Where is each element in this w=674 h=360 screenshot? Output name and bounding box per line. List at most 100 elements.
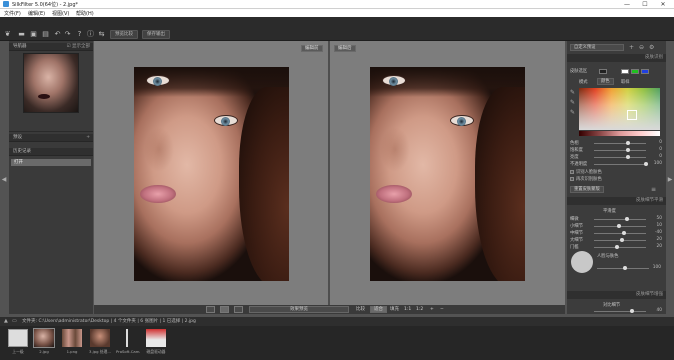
panel-divider: [9, 131, 93, 132]
film-item-parent[interactable]: 上一级: [8, 329, 28, 354]
single-view-button[interactable]: [206, 306, 215, 313]
after-image[interactable]: [370, 67, 525, 281]
undo-icon[interactable]: ↶: [54, 31, 61, 38]
slider-medium-detail[interactable]: 中细节 -40: [570, 230, 662, 236]
left-panel: 导航器 ☑ 显示全部 预设 + 历史记录 打开: [9, 41, 93, 314]
ratio-1-1[interactable]: 1:1: [404, 306, 411, 313]
film-item[interactable]: 3.jpg 处理...: [89, 329, 111, 354]
film-item[interactable]: 磁盘驱动器: [146, 329, 166, 354]
slider-threshold[interactable]: 门槛 20: [570, 244, 662, 250]
show-all-toggle[interactable]: ☑ 显示全部: [67, 43, 90, 51]
window-title: SilkFilter 5.0(64位) - 2.jpg*: [12, 2, 79, 8]
open-folder-icon[interactable]: ▬: [18, 31, 25, 38]
slider-brightness[interactable]: 亮度 0: [570, 154, 662, 160]
navigator-header[interactable]: 导航器 ☑ 显示全部: [9, 43, 93, 51]
skin-smooth-header[interactable]: 皮肤细节平滑: [567, 197, 666, 205]
menu-help[interactable]: 帮助(H): [76, 10, 94, 17]
swatch-white[interactable]: [621, 69, 629, 74]
slider-contrast[interactable]: 40: [570, 308, 662, 314]
split-divider[interactable]: [328, 41, 330, 305]
skin-tone-preview[interactable]: [571, 251, 593, 273]
effect-preview-button[interactable]: 效果预览: [249, 306, 349, 313]
settings-icon[interactable]: ⚙: [649, 44, 654, 51]
redetect-checkbox[interactable]: [570, 177, 574, 181]
slider-portrait[interactable]: 100: [597, 265, 661, 271]
navigator-thumbnail[interactable]: [23, 53, 79, 113]
zoom-out-icon[interactable]: −: [440, 306, 444, 313]
film-item-selected[interactable]: 2.jpg: [33, 328, 55, 354]
thumbnail: [33, 328, 55, 348]
lips: [140, 185, 176, 203]
ratio-1-2[interactable]: 1:2: [416, 306, 423, 313]
skin-contrast-header[interactable]: 皮肤细节增强: [567, 291, 666, 299]
folder-path-bar: ▲ ▭ 文件夹: C:\Users\administrator\Desktop …: [0, 317, 674, 326]
mode-select[interactable]: 颜色: [597, 78, 614, 85]
help-icon[interactable]: ?: [76, 31, 83, 38]
minimize-button[interactable]: —: [620, 0, 634, 9]
info-icon[interactable]: ⓘ: [87, 31, 94, 38]
app-icon: [3, 1, 9, 7]
arrow-up-icon[interactable]: ▲: [4, 318, 8, 324]
collapse-right-arrow[interactable]: ▶: [667, 176, 673, 184]
left-eye: [382, 75, 406, 86]
save-icon[interactable]: ▣: [30, 31, 37, 38]
image-viewer: 编辑前 编辑后: [94, 41, 565, 305]
presets-header[interactable]: 预设 +: [9, 134, 93, 142]
left-eye: [146, 75, 170, 86]
skin-section-title: 皮肤识别: [645, 55, 663, 60]
share-icon[interactable]: ⇆: [98, 31, 105, 38]
export-button[interactable]: 保存输出: [142, 30, 170, 39]
slider-small-detail[interactable]: 小细节 10: [570, 223, 662, 229]
add-preset-icon[interactable]: +: [86, 134, 90, 142]
thumbnail-lips: [38, 94, 50, 99]
skin-select-label: 皮肤选区: [570, 69, 588, 74]
history-item[interactable]: 打开: [11, 159, 91, 166]
maximize-button[interactable]: ☐: [638, 0, 652, 9]
preview-compare-button[interactable]: 预览比较: [110, 30, 138, 39]
zoom-in-icon[interactable]: +: [430, 306, 434, 313]
save-as-icon[interactable]: ▤: [42, 31, 49, 38]
add-icon[interactable]: +: [629, 44, 634, 51]
history-header[interactable]: 历史记录: [9, 148, 93, 156]
face-detect-checkbox[interactable]: [570, 170, 574, 174]
hue-strip[interactable]: [579, 131, 660, 136]
navigator-title: 导航器: [13, 44, 27, 49]
folder-path-text: 文件夹: C:\Users\administrator\Desktop | 4 …: [22, 319, 196, 324]
slider-opacity[interactable]: 不透明度 100: [570, 161, 662, 167]
split-view-button[interactable]: [220, 306, 229, 313]
film-item[interactable]: ProSoft.Cam...: [116, 329, 140, 354]
skin-contrast-title: 皮肤细节增强: [636, 292, 663, 297]
slider-saturation[interactable]: 饱和度 0: [570, 147, 662, 153]
eyedropper-plus-icon[interactable]: ✎: [570, 99, 575, 106]
reset-mask-button[interactable]: 重置皮肤蒙版: [570, 186, 604, 193]
eyedropper-minus-icon[interactable]: ✎: [570, 109, 575, 116]
menu-icon[interactable]: ≡: [651, 186, 656, 193]
color-cursor[interactable]: [627, 110, 637, 120]
folder-icon[interactable]: ▭: [12, 318, 17, 324]
leaf-icon[interactable]: ❦: [4, 31, 11, 38]
preset-dropdown[interactable]: 自定义预设: [570, 44, 624, 51]
fill-label[interactable]: 填充: [390, 306, 399, 313]
menu-file[interactable]: 文件(F): [4, 10, 21, 17]
redo-icon[interactable]: ↷: [64, 31, 71, 38]
skin-section-header[interactable]: 皮肤识别: [567, 54, 666, 62]
side-view-button[interactable]: [234, 306, 243, 313]
swatch-green[interactable]: [631, 69, 639, 74]
collapse-left-arrow[interactable]: ◀: [1, 176, 7, 184]
before-image[interactable]: [134, 67, 289, 281]
swatch-blue[interactable]: [641, 69, 649, 74]
close-button[interactable]: ✕: [656, 0, 670, 9]
film-item[interactable]: 1.png: [62, 329, 82, 354]
swatch-black[interactable]: [599, 69, 607, 74]
eyedropper-icon[interactable]: ✎: [570, 89, 575, 96]
menu-edit[interactable]: 编辑(E): [28, 10, 45, 17]
menu-view[interactable]: 视图(V): [52, 10, 69, 17]
color-picker[interactable]: [579, 88, 660, 130]
fit-button[interactable]: 适合: [370, 306, 387, 313]
slider-fine[interactable]: 细微 50: [570, 216, 662, 222]
portrait-label: 人脸与肤色: [597, 254, 619, 259]
right-eye: [450, 115, 474, 126]
slider-hue[interactable]: 色相 0: [570, 140, 662, 146]
slider-large-detail[interactable]: 大细节 20: [570, 237, 662, 243]
reset-icon[interactable]: ⊖: [639, 44, 644, 51]
